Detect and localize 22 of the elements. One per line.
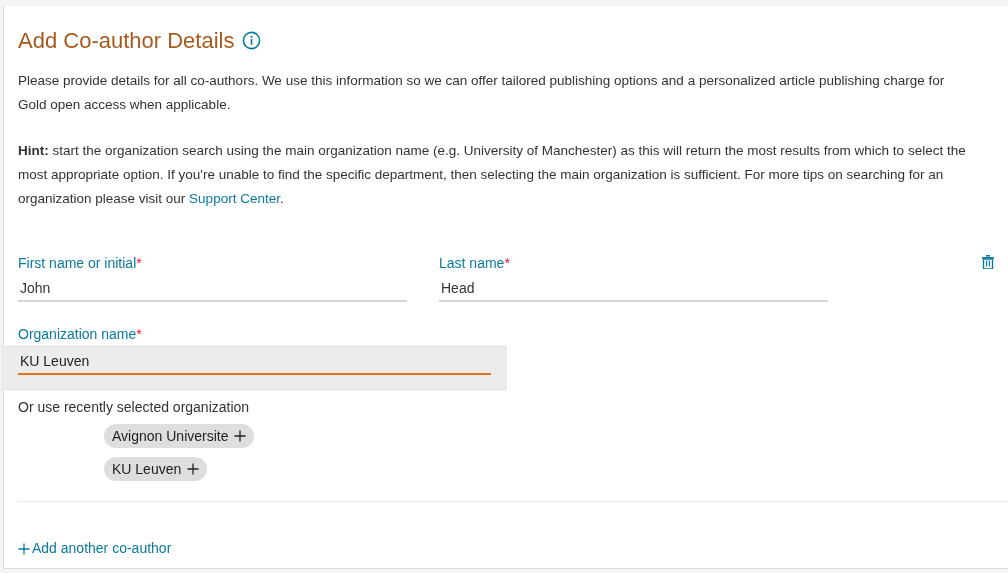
field-label: First name or initial — [18, 254, 137, 273]
text-input[interactable]: John — [18, 276, 407, 302]
plus-icon — [234, 430, 247, 442]
required-mark: * — [136, 254, 142, 273]
recent-label: Or use recently selected organization — [18, 398, 251, 417]
info-icon[interactable] — [242, 31, 262, 50]
page-title: Add Co-author Details — [18, 27, 235, 55]
organization-chip[interactable]: Avignon Universite — [104, 424, 255, 448]
plus-icon — [18, 542, 30, 555]
plus-icon — [187, 463, 200, 475]
text-input[interactable]: Head — [439, 276, 828, 302]
organization-chip[interactable]: KU Leuven — [104, 457, 208, 481]
hint-text: Hint: start the organization search using the main organization name (e.g. University of Manchester) as this will return the most results from which to select the most appropriate option. If you're unable to find the specific department, then selecting the main organization is sufficient. For more tips on searching for an organization please visit our Support Center. — [18, 142, 967, 208]
required-mark: * — [136, 325, 142, 344]
field-label: Organization name — [18, 325, 137, 344]
required-mark: * — [504, 254, 510, 273]
organization-input[interactable]: KU Leuven — [1, 345, 507, 391]
trash-icon[interactable] — [982, 255, 994, 269]
field-label: Last name — [439, 254, 505, 273]
support-center-link[interactable]: Support Center — [189, 191, 280, 206]
intro-text: Please provide details for all co-authors. We use this information so we can offer tailored publishing options and a personalized article publishing charge for Gold open access when applicable. — [18, 72, 946, 114]
add-coauthor-link[interactable]: Add another co-author — [18, 538, 172, 559]
